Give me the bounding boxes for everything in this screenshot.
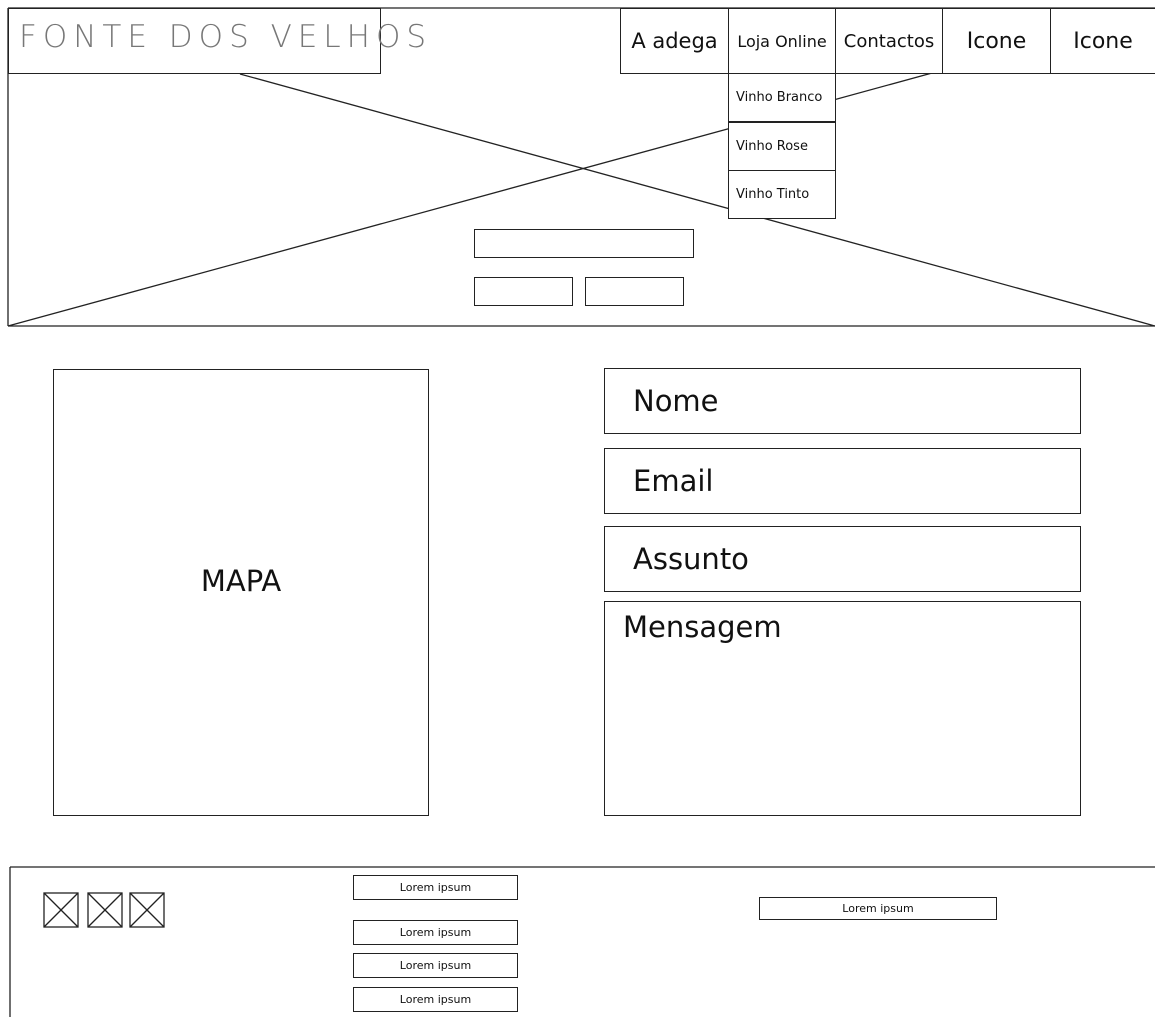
dropdown-item-vinho-rose[interactable]: Vinho Rose <box>728 122 836 171</box>
footer-link[interactable]: Lorem ipsum <box>353 987 518 1012</box>
footer-border <box>9 866 1155 1017</box>
name-field[interactable]: Nome <box>604 368 1081 434</box>
footer-link[interactable]: Lorem ipsum <box>353 875 518 900</box>
map-placeholder[interactable]: MAPA <box>53 369 429 816</box>
message-textarea[interactable]: Mensagem <box>604 601 1081 816</box>
footer-link[interactable]: Lorem ipsum <box>353 953 518 978</box>
nav-a-adega[interactable]: A adega <box>620 8 729 74</box>
footer-link[interactable]: Lorem ipsum <box>353 920 518 945</box>
nav-icon-2[interactable]: Icone <box>1050 8 1155 74</box>
hero-button-left[interactable] <box>474 277 573 306</box>
nav-icon-1[interactable]: Icone <box>942 8 1051 74</box>
email-field[interactable]: Email <box>604 448 1081 514</box>
subject-field[interactable]: Assunto <box>604 526 1081 592</box>
site-logo[interactable]: FONTE DOS VELHOS <box>8 8 426 74</box>
social-placeholder-icon[interactable] <box>43 892 79 928</box>
hero-input[interactable] <box>474 229 694 258</box>
nav-loja-online[interactable]: Loja Online <box>728 8 836 74</box>
footer-right-link[interactable]: Lorem ipsum <box>759 897 997 920</box>
dropdown-item-vinho-tinto[interactable]: Vinho Tinto <box>728 170 836 219</box>
dropdown-item-vinho-branco[interactable]: Vinho Branco <box>728 73 836 122</box>
nav-contactos[interactable]: Contactos <box>835 8 943 74</box>
hero-button-right[interactable] <box>585 277 684 306</box>
social-placeholder-icon[interactable] <box>129 892 165 928</box>
social-placeholder-icon[interactable] <box>87 892 123 928</box>
